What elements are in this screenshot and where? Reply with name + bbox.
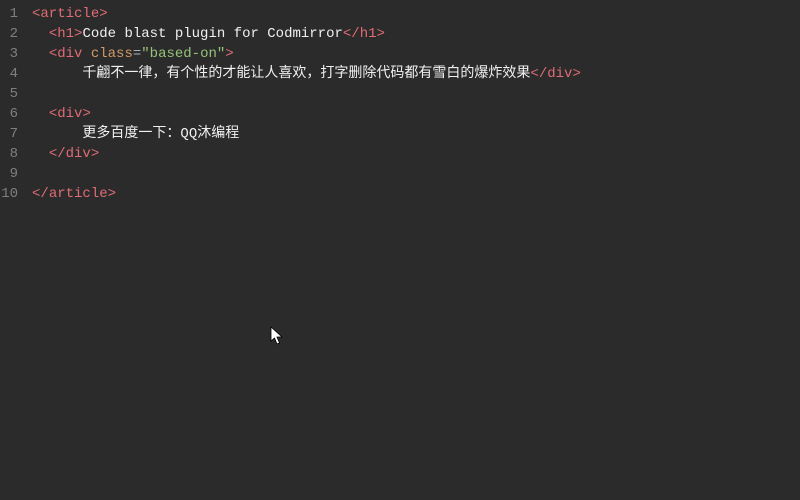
indent (32, 26, 49, 42)
attr-eq: = (133, 46, 141, 62)
line-number: 4 (0, 64, 22, 84)
line-number: 1 (0, 4, 22, 24)
tag-name: article (49, 186, 108, 202)
code-line[interactable]: <article> (32, 4, 800, 24)
attr-name: class (91, 46, 133, 62)
code-line[interactable] (32, 84, 800, 104)
tag-name: article (40, 6, 99, 22)
line-number: 5 (0, 84, 22, 104)
tag-close: > (225, 46, 233, 62)
tag-open: </ (530, 66, 547, 82)
tag-close: > (91, 146, 99, 162)
code-line[interactable]: <div class="based-on"> (32, 44, 800, 64)
tag-close: > (82, 106, 90, 122)
tag-name: div (66, 146, 91, 162)
code-editor[interactable]: 1 2 3 4 5 6 7 8 9 10 <article> <h1>Code … (0, 0, 800, 500)
code-line[interactable]: 千翩不一律，有个性的才能让人喜欢，打字删除代码都有雪白的爆炸效果</div> (32, 64, 800, 84)
tag-name: h1 (57, 26, 74, 42)
line-number: 8 (0, 144, 22, 164)
tag-open: < (49, 26, 57, 42)
tag-name: div (57, 106, 82, 122)
line-number: 10 (0, 184, 22, 204)
tag-close: > (99, 6, 107, 22)
tag-open: </ (32, 186, 49, 202)
line-gutter: 1 2 3 4 5 6 7 8 9 10 (0, 0, 28, 500)
space (82, 46, 90, 62)
indent (32, 146, 49, 162)
tag-close: > (108, 186, 116, 202)
code-line[interactable]: </div> (32, 144, 800, 164)
code-line[interactable]: </article> (32, 184, 800, 204)
code-line[interactable]: <h1>Code blast plugin for Codmirror</h1> (32, 24, 800, 44)
line-number: 9 (0, 164, 22, 184)
line-number: 2 (0, 24, 22, 44)
line-number: 6 (0, 104, 22, 124)
tag-open: </ (343, 26, 360, 42)
line-number: 7 (0, 124, 22, 144)
tag-open: < (49, 46, 57, 62)
indent (32, 46, 49, 62)
tag-name: div (57, 46, 82, 62)
tag-open: </ (49, 146, 66, 162)
indent (32, 126, 82, 142)
tag-name: h1 (360, 26, 377, 42)
code-line[interactable]: <div> (32, 104, 800, 124)
text-content: 千翩不一律，有个性的才能让人喜欢，打字删除代码都有雪白的爆炸效果 (82, 66, 530, 82)
tag-close: > (572, 66, 580, 82)
indent (32, 106, 49, 122)
tag-name: div (547, 66, 572, 82)
line-number: 3 (0, 44, 22, 64)
tag-open: < (49, 106, 57, 122)
code-area[interactable]: <article> <h1>Code blast plugin for Codm… (28, 0, 800, 500)
code-line[interactable]: 更多百度一下：QQ沐编程 (32, 124, 800, 144)
attr-value: "based-on" (141, 46, 225, 62)
indent (32, 66, 82, 82)
text-content: Code blast plugin for Codmirror (82, 26, 342, 42)
tag-close: > (377, 26, 385, 42)
text-content: 更多百度一下：QQ沐编程 (82, 126, 239, 142)
code-line[interactable] (32, 164, 800, 184)
